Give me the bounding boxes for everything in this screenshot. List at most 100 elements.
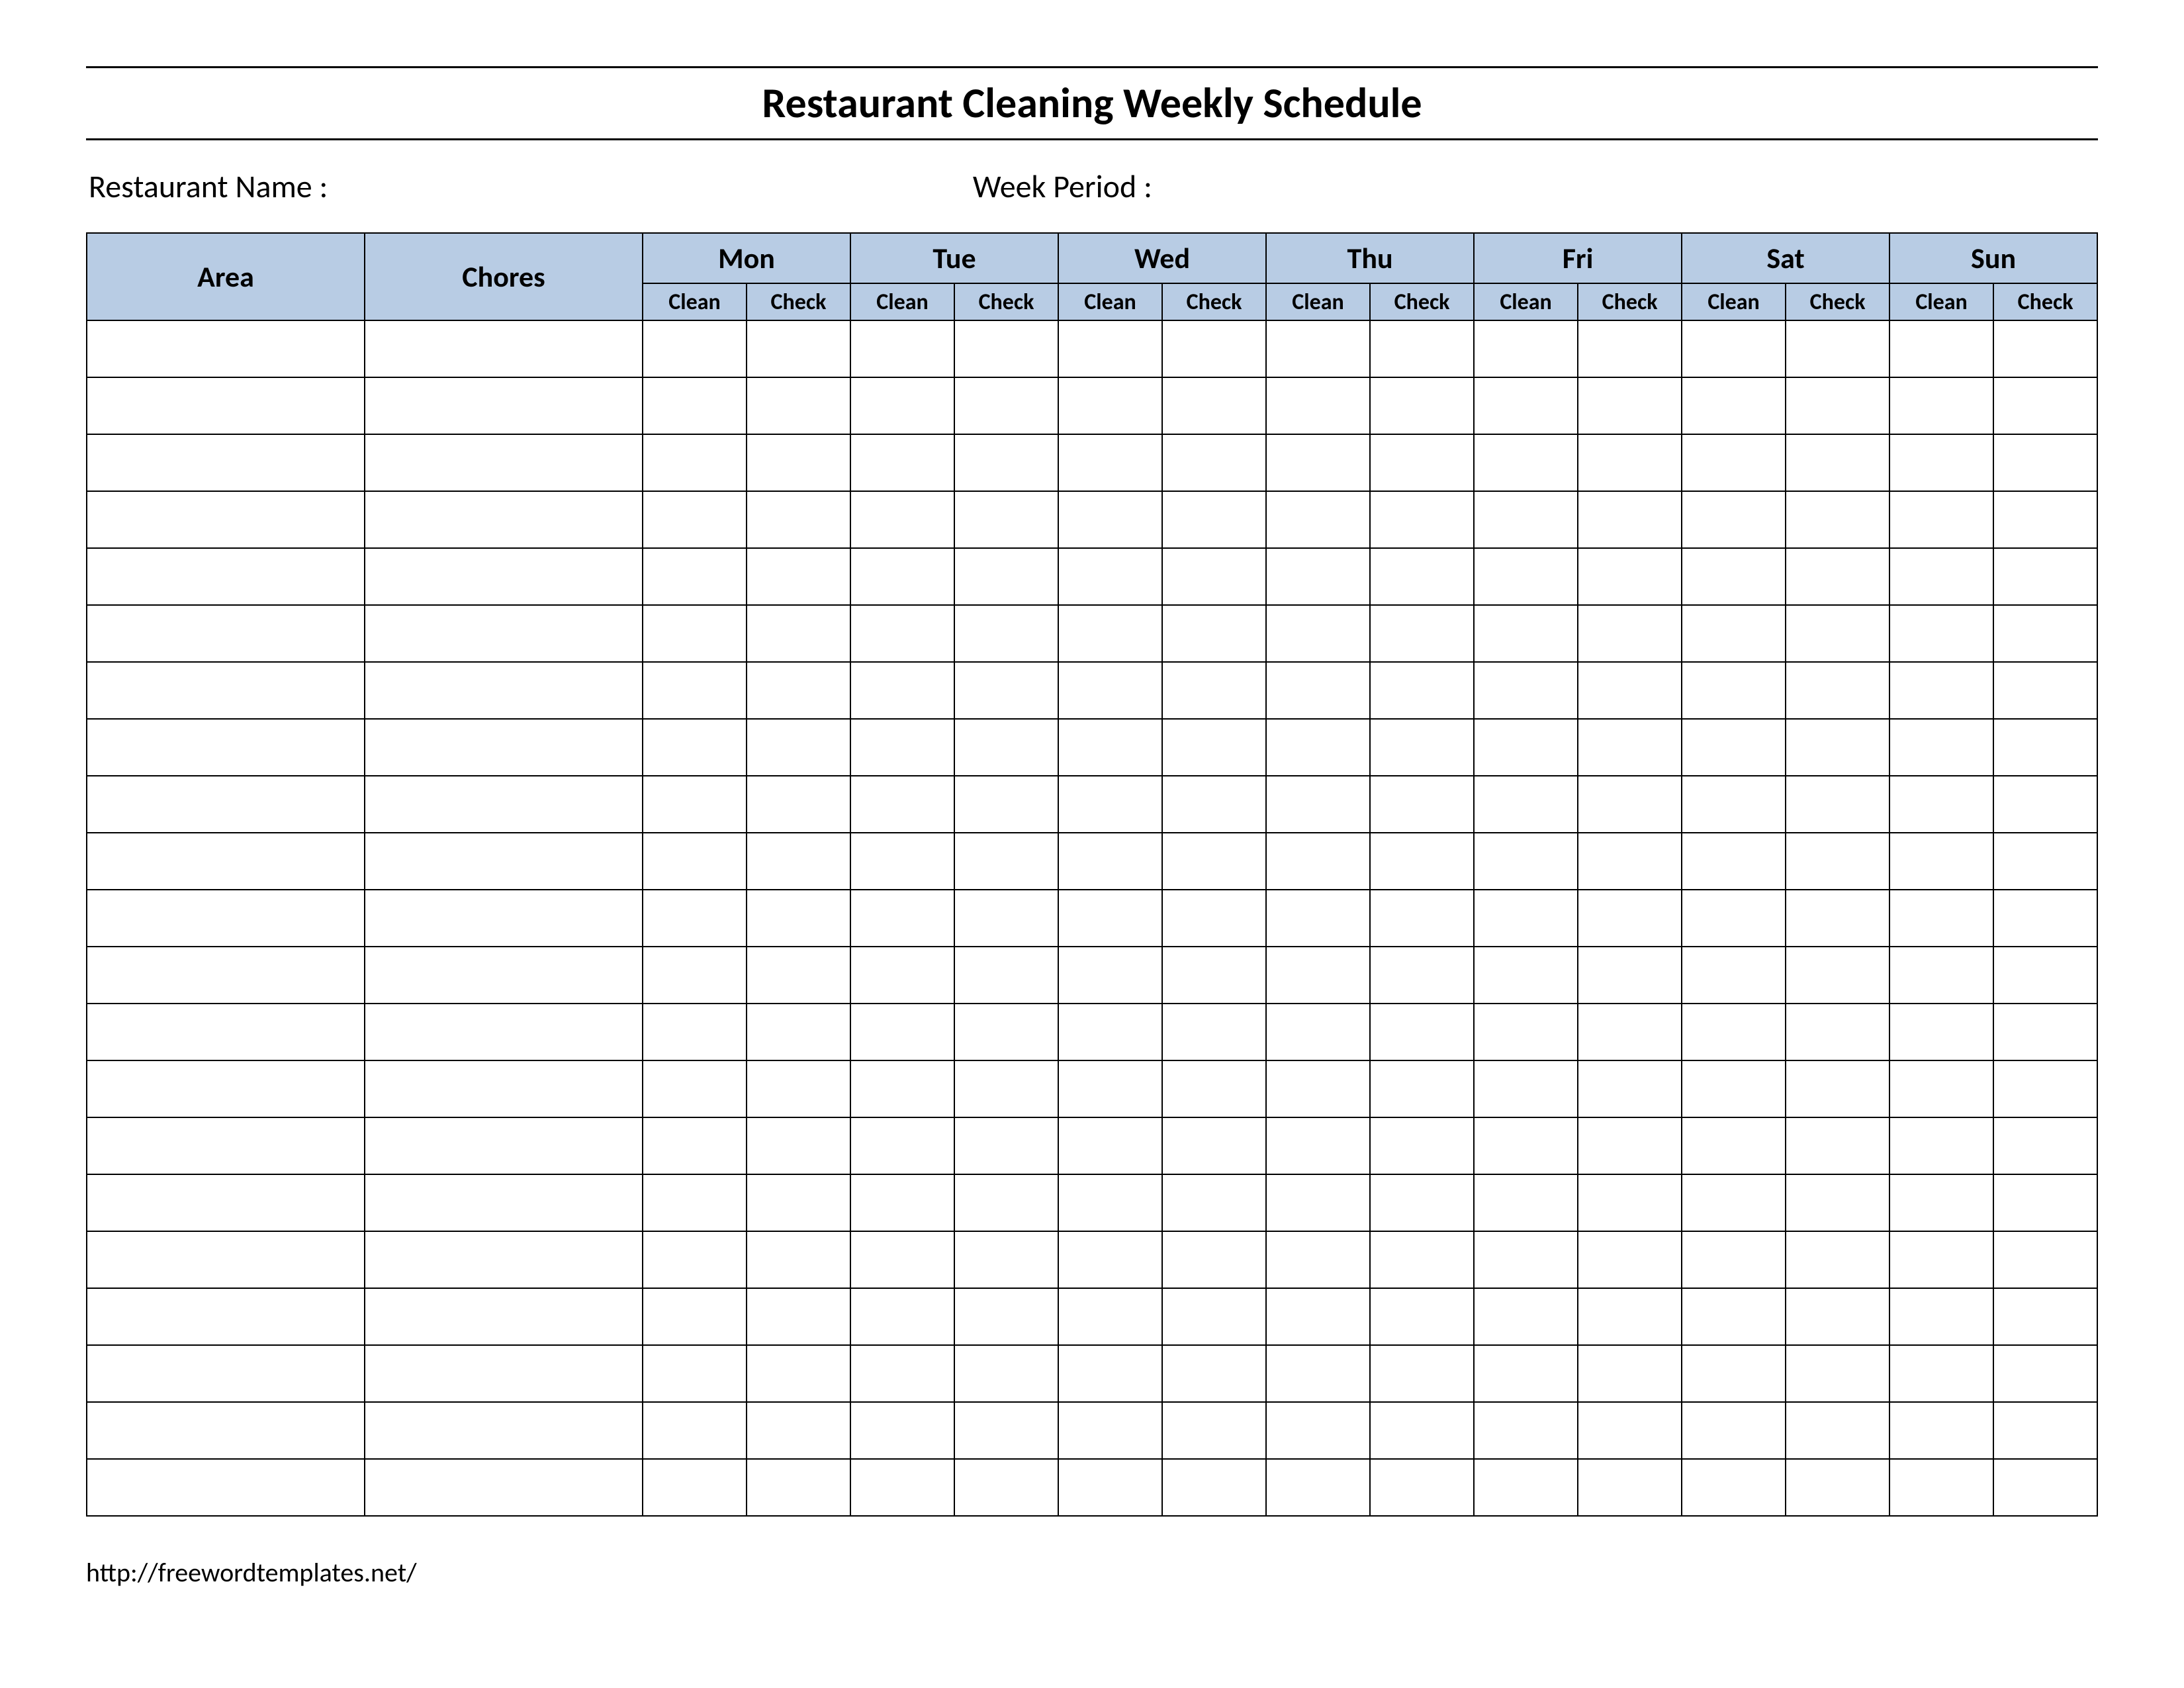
table-cell[interactable] (1682, 434, 1786, 491)
table-cell[interactable] (365, 1459, 643, 1516)
table-cell[interactable] (747, 719, 850, 776)
table-cell[interactable] (1370, 491, 1474, 548)
table-cell[interactable] (1058, 1231, 1162, 1288)
table-cell[interactable] (365, 947, 643, 1004)
table-cell[interactable] (1578, 947, 1682, 1004)
table-cell[interactable] (850, 548, 954, 605)
table-cell[interactable] (1993, 1174, 2097, 1231)
table-cell[interactable] (1162, 1060, 1266, 1117)
table-cell[interactable] (87, 1004, 365, 1060)
table-cell[interactable] (1162, 719, 1266, 776)
table-cell[interactable] (1889, 1060, 1993, 1117)
table-cell[interactable] (1266, 1060, 1370, 1117)
table-cell[interactable] (1058, 434, 1162, 491)
table-cell[interactable] (643, 491, 747, 548)
table-cell[interactable] (87, 434, 365, 491)
table-cell[interactable] (1266, 434, 1370, 491)
table-cell[interactable] (87, 1288, 365, 1345)
table-cell[interactable] (643, 1060, 747, 1117)
table-cell[interactable] (1578, 434, 1682, 491)
table-cell[interactable] (643, 377, 747, 434)
table-cell[interactable] (1889, 605, 1993, 662)
table-cell[interactable] (954, 776, 1058, 833)
table-cell[interactable] (747, 1459, 850, 1516)
table-cell[interactable] (954, 1004, 1058, 1060)
table-cell[interactable] (954, 890, 1058, 947)
table-cell[interactable] (87, 776, 365, 833)
table-cell[interactable] (365, 662, 643, 719)
table-cell[interactable] (1266, 1231, 1370, 1288)
table-cell[interactable] (1993, 1345, 2097, 1402)
table-cell[interactable] (1786, 605, 1889, 662)
table-cell[interactable] (365, 491, 643, 548)
table-cell[interactable] (1474, 1288, 1578, 1345)
table-cell[interactable] (1058, 947, 1162, 1004)
table-cell[interactable] (1058, 662, 1162, 719)
table-cell[interactable] (1682, 605, 1786, 662)
table-cell[interactable] (365, 605, 643, 662)
table-cell[interactable] (1266, 1345, 1370, 1402)
table-cell[interactable] (850, 776, 954, 833)
table-cell[interactable] (1266, 377, 1370, 434)
table-cell[interactable] (1578, 320, 1682, 377)
table-cell[interactable] (1266, 320, 1370, 377)
table-cell[interactable] (1889, 548, 1993, 605)
table-cell[interactable] (1682, 1060, 1786, 1117)
table-cell[interactable] (1889, 1117, 1993, 1174)
table-cell[interactable] (1578, 1345, 1682, 1402)
table-cell[interactable] (87, 1345, 365, 1402)
table-cell[interactable] (1058, 1117, 1162, 1174)
table-cell[interactable] (850, 1288, 954, 1345)
table-cell[interactable] (1058, 1288, 1162, 1345)
table-cell[interactable] (1474, 719, 1578, 776)
table-cell[interactable] (954, 1345, 1058, 1402)
table-cell[interactable] (1786, 1288, 1889, 1345)
table-cell[interactable] (1578, 662, 1682, 719)
table-cell[interactable] (1266, 947, 1370, 1004)
table-cell[interactable] (850, 833, 954, 890)
table-cell[interactable] (954, 605, 1058, 662)
table-cell[interactable] (365, 890, 643, 947)
table-cell[interactable] (1474, 377, 1578, 434)
table-cell[interactable] (850, 1004, 954, 1060)
table-cell[interactable] (87, 1174, 365, 1231)
table-cell[interactable] (1682, 1402, 1786, 1459)
table-cell[interactable] (365, 1174, 643, 1231)
table-cell[interactable] (1058, 1459, 1162, 1516)
table-cell[interactable] (1786, 890, 1889, 947)
table-cell[interactable] (87, 491, 365, 548)
table-cell[interactable] (1058, 719, 1162, 776)
table-cell[interactable] (850, 1345, 954, 1402)
table-cell[interactable] (1474, 491, 1578, 548)
table-cell[interactable] (365, 1060, 643, 1117)
table-cell[interactable] (1786, 1117, 1889, 1174)
table-cell[interactable] (1993, 776, 2097, 833)
table-cell[interactable] (1993, 947, 2097, 1004)
table-cell[interactable] (1162, 776, 1266, 833)
table-cell[interactable] (643, 320, 747, 377)
table-cell[interactable] (954, 1231, 1058, 1288)
table-cell[interactable] (747, 1345, 850, 1402)
table-cell[interactable] (1889, 1402, 1993, 1459)
table-cell[interactable] (850, 719, 954, 776)
table-cell[interactable] (1370, 1345, 1474, 1402)
table-cell[interactable] (747, 377, 850, 434)
table-cell[interactable] (1162, 1459, 1266, 1516)
table-cell[interactable] (747, 1117, 850, 1174)
table-cell[interactable] (747, 491, 850, 548)
table-cell[interactable] (643, 1402, 747, 1459)
table-cell[interactable] (1682, 662, 1786, 719)
table-cell[interactable] (365, 1117, 643, 1174)
table-cell[interactable] (1058, 377, 1162, 434)
table-cell[interactable] (1578, 548, 1682, 605)
table-cell[interactable] (1266, 1288, 1370, 1345)
table-cell[interactable] (1889, 1345, 1993, 1402)
table-cell[interactable] (1578, 1060, 1682, 1117)
table-cell[interactable] (1682, 776, 1786, 833)
table-cell[interactable] (1058, 776, 1162, 833)
table-cell[interactable] (1682, 1345, 1786, 1402)
table-cell[interactable] (643, 1174, 747, 1231)
table-cell[interactable] (954, 1174, 1058, 1231)
table-cell[interactable] (1786, 947, 1889, 1004)
table-cell[interactable] (1266, 833, 1370, 890)
